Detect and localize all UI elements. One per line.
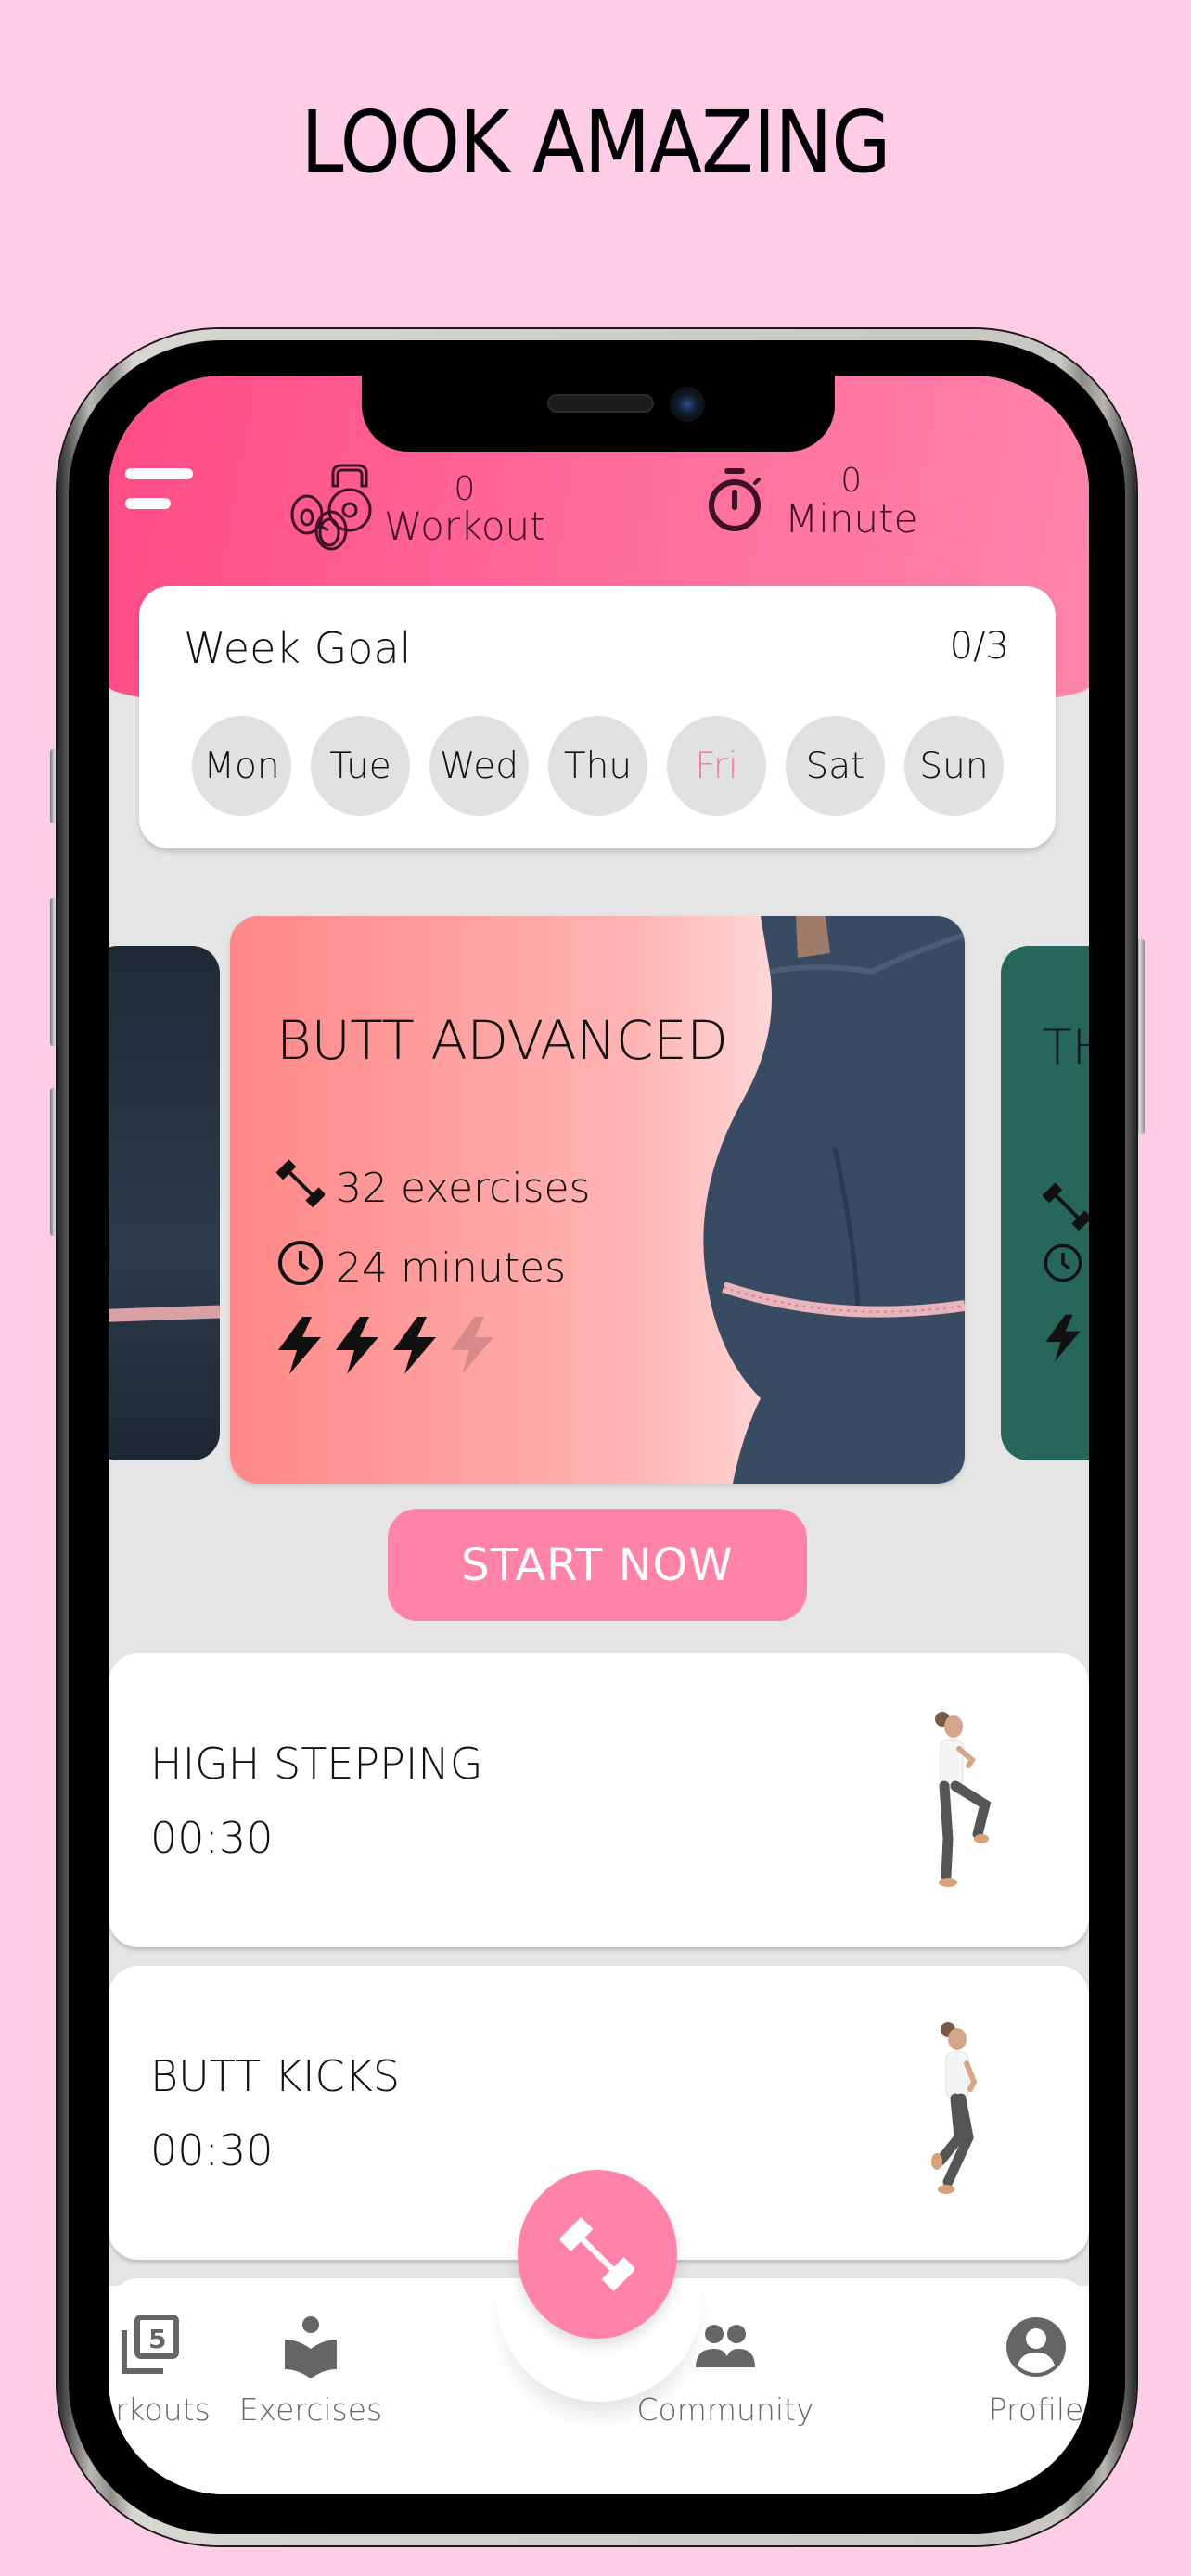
difficulty-rating: [275, 1315, 497, 1376]
workouts-icon: 5: [122, 2315, 179, 2374]
exercise-animation-image: [935, 1712, 992, 1887]
minute-count: 0: [840, 462, 863, 500]
community-icon: [696, 2325, 755, 2367]
speaker-grille: [547, 394, 654, 413]
carousel-card-previous[interactable]: [109, 946, 220, 1460]
exercise-name: HIGH STEPPING: [150, 1739, 483, 1789]
dumbbell-icon: [560, 2217, 634, 2291]
week-goal-title: Week Goal: [184, 623, 412, 673]
carousel-card-next[interactable]: TH: [1001, 946, 1089, 1460]
menu-button[interactable]: [118, 468, 193, 515]
day-tue[interactable]: Tue: [311, 716, 410, 816]
bolt-icon-filled: [393, 1317, 436, 1374]
clock-icon: [276, 1239, 325, 1297]
exercise-name: BUTT KICKS: [150, 2051, 401, 2101]
svg-text:5: 5: [148, 2324, 166, 2354]
day-thu[interactable]: Thu: [548, 716, 647, 816]
day-sun[interactable]: Sun: [904, 716, 1004, 816]
bolt-icon-filled: [278, 1317, 321, 1374]
workout-label: Workout: [384, 504, 545, 550]
stopwatch-icon: [707, 466, 764, 537]
page-headline: LOOK AMAZING: [301, 93, 890, 192]
day-mon[interactable]: Mon: [192, 716, 291, 816]
start-now-button[interactable]: START NOW: [388, 1509, 807, 1621]
bolt-icon-empty: [451, 1317, 493, 1374]
nav-label-exercises: Exercises: [238, 2391, 383, 2428]
nav-item-exercises[interactable]: Exercises: [237, 2314, 385, 2428]
next-card-title: TH: [1043, 1020, 1089, 1076]
kettlebell-dumbbell-icon: [287, 464, 384, 555]
bolt-icon-filled: [1043, 1312, 1083, 1368]
exercise-duration: 00:30: [150, 1813, 274, 1863]
profile-icon: [1006, 2317, 1066, 2377]
nav-item-workouts[interactable]: 5 Workouts: [109, 2314, 211, 2428]
start-workout-fab[interactable]: [518, 2170, 677, 2339]
day-wed[interactable]: Wed: [429, 716, 529, 816]
exercise-list-item[interactable]: HIGH STEPPING 00:30: [109, 1653, 1089, 1947]
dumbbell-icon: [1042, 1182, 1089, 1239]
exercise-count: 32 exercises: [336, 1165, 591, 1212]
exercises-book-icon: [285, 2316, 337, 2378]
nav-label-profile: Profile: [988, 2391, 1084, 2428]
nav-label-community: Community: [636, 2391, 814, 2428]
exercise-animation-image: [931, 2022, 978, 2194]
nav-label-workouts: Workouts: [109, 2391, 211, 2428]
week-goal-card[interactable]: Week Goal 0/3 Mon Tue Wed Thu Fri Sat Su…: [139, 586, 1056, 848]
minute-stat: 0 Minute: [707, 464, 917, 540]
front-camera: [670, 387, 705, 422]
minute-label: Minute: [785, 495, 918, 542]
day-fri[interactable]: Fri: [667, 716, 766, 816]
dumbbell-icon: [275, 1159, 327, 1218]
day-sat[interactable]: Sat: [786, 716, 885, 816]
nav-item-profile[interactable]: Profile: [971, 2314, 1089, 2428]
phone-notch: [362, 376, 835, 452]
week-goal-progress: 0/3: [949, 625, 1009, 668]
clock-icon: [1043, 1243, 1083, 1287]
duration-row: 24 minutes: [276, 1239, 566, 1297]
featured-workout-card[interactable]: BUTT ADVANCED 32 exercises 24 minutes: [230, 916, 965, 1484]
exercise-duration: 00:30: [150, 2125, 274, 2175]
workout-count: 0: [454, 469, 476, 508]
workout-stat: 0 Workout: [287, 464, 545, 555]
duration: 24 minutes: [336, 1244, 567, 1292]
week-days: Mon Tue Wed Thu Fri Sat Sun: [192, 716, 1004, 816]
phone-power-button: [1135, 939, 1145, 1134]
measuring-tape-image: [109, 1305, 220, 1323]
exercise-count-row: 32 exercises: [275, 1159, 591, 1218]
featured-workout-title: BUTT ADVANCED: [276, 1009, 728, 1072]
app-screen: 0 Workout 0 Minute Week Goal 0/3 Mon Tue…: [109, 376, 1089, 2494]
workout-cover-image: [703, 916, 965, 1484]
bolt-icon-filled: [336, 1317, 378, 1374]
